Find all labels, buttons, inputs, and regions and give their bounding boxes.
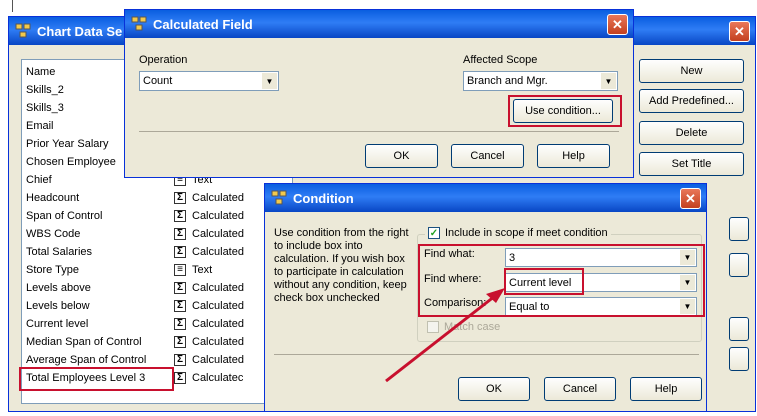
divider	[274, 354, 699, 355]
affected-scope-label: Affected Scope	[463, 54, 538, 66]
field-name: Prior Year Salary	[26, 138, 109, 150]
sigma-icon: Σ	[174, 300, 186, 312]
sigma-icon: Σ	[174, 336, 186, 348]
sigma-icon: Σ	[174, 210, 186, 222]
condition-description: Use condition from the right to include …	[274, 227, 409, 304]
field-type-label: Calculated	[192, 354, 244, 366]
list-item[interactable]: Headcount Σ Calculated	[22, 190, 291, 207]
field-name: Levels above	[26, 282, 91, 294]
sigma-icon: Σ	[174, 228, 186, 240]
highlight-find-where	[504, 268, 584, 295]
help-button[interactable]: Help	[630, 377, 702, 401]
calculated-field-title: Calculated Field	[153, 16, 253, 32]
field-name: Chief	[26, 174, 52, 186]
obscured-button-3[interactable]	[729, 317, 749, 341]
affected-scope-select[interactable]: Branch and Mgr. ▼	[463, 71, 618, 91]
divider	[139, 131, 619, 132]
field-name: Total Salaries	[26, 246, 93, 258]
close-icon[interactable]: ✕	[607, 14, 628, 35]
obscured-button-1[interactable]	[729, 217, 749, 241]
sigma-icon: Σ	[174, 282, 186, 294]
cancel-button[interactable]: Cancel	[451, 144, 524, 168]
list-item[interactable]: Total Salaries Σ Calculated	[22, 244, 291, 261]
new-button[interactable]: New	[639, 59, 744, 83]
field-name: Median Span of Control	[26, 336, 142, 348]
field-type-label: Calculated	[192, 282, 244, 294]
field-type-label: Calculated	[192, 300, 244, 312]
match-case-label: Match case	[444, 321, 501, 333]
field-type-label: Calculated	[192, 318, 244, 330]
field-name: Skills_3	[26, 102, 64, 114]
include-checkbox-row[interactable]: ✓ Include in scope if meet condition	[425, 227, 611, 239]
match-case-checkbox[interactable]	[427, 321, 439, 333]
field-type-label: Calculated	[192, 336, 244, 348]
list-item[interactable]: Current level Σ Calculated	[22, 316, 291, 333]
field-name: Headcount	[26, 192, 80, 204]
sigma-icon: Σ	[174, 372, 186, 384]
condition-title: Condition	[293, 190, 354, 206]
field-type-label: Calculated	[192, 228, 244, 240]
list-item[interactable]: Median Span of Control Σ Calculated	[22, 334, 291, 351]
list-item[interactable]: WBS Code Σ Calculated	[22, 226, 291, 243]
app-icon	[271, 190, 287, 206]
app-icon	[131, 16, 147, 32]
sigma-icon: Σ	[174, 318, 186, 330]
field-type-label: Calculated	[192, 210, 244, 222]
chart-data-settings-title: Chart Data Se	[37, 23, 123, 39]
add-predefined-button[interactable]: Add Predefined...	[639, 89, 744, 113]
calculated-field-titlebar: Calculated Field	[125, 10, 633, 38]
affected-scope-value: Branch and Mgr.	[467, 75, 548, 87]
list-item[interactable]: Levels below Σ Calculated	[22, 298, 291, 315]
field-name: Email	[26, 120, 54, 132]
field-name: Average Span of Control	[26, 354, 147, 366]
field-name: WBS Code	[26, 228, 81, 240]
match-case-row[interactable]: Match case	[427, 321, 500, 333]
ok-button[interactable]: OK	[365, 144, 438, 168]
app-icon	[15, 23, 31, 39]
field-name: Skills_2	[26, 84, 64, 96]
field-type-label: Calculated	[192, 192, 244, 204]
include-label: Include in scope if meet condition	[445, 227, 608, 239]
field-type-label: Calculated	[192, 246, 244, 258]
chevron-down-icon: ▼	[262, 73, 277, 89]
highlight-use-condition	[508, 95, 622, 127]
obscured-button-4[interactable]	[729, 347, 749, 371]
operation-label: Operation	[139, 54, 188, 66]
field-type-label: Calculatec	[192, 372, 244, 384]
column-header-name: Name	[26, 66, 56, 78]
field-name: Span of Control	[26, 210, 103, 222]
close-icon[interactable]: ✕	[680, 188, 701, 209]
chevron-down-icon: ▼	[601, 73, 616, 89]
calculated-field-dialog: Calculated Field ✕ Operation Count ▼ Aff…	[124, 9, 634, 178]
cancel-button[interactable]: Cancel	[544, 377, 616, 401]
close-icon[interactable]: ✕	[729, 21, 750, 42]
include-checkbox[interactable]: ✓	[428, 227, 440, 239]
field-name: Levels below	[26, 300, 90, 312]
highlight-total-employees-row	[19, 367, 174, 391]
help-button[interactable]: Help	[537, 144, 610, 168]
obscured-button-2[interactable]	[729, 253, 749, 277]
operation-value: Count	[143, 75, 173, 87]
field-name: Current level	[26, 318, 89, 330]
text-type-icon: ≡	[174, 264, 186, 276]
operation-select[interactable]: Count ▼	[139, 71, 279, 91]
set-title-button[interactable]: Set Title	[639, 152, 744, 176]
list-item[interactable]: Levels above Σ Calculated	[22, 280, 291, 297]
ok-button[interactable]: OK	[458, 377, 530, 401]
sigma-icon: Σ	[174, 354, 186, 366]
condition-titlebar: Condition	[265, 184, 706, 212]
sigma-icon: Σ	[174, 192, 186, 204]
field-type-label: Text	[192, 264, 213, 276]
delete-button[interactable]: Delete	[639, 121, 744, 145]
list-item[interactable]: Span of Control Σ Calculated	[22, 208, 291, 225]
field-name: Store Type	[26, 264, 79, 276]
list-item[interactable]: Store Type ≡ Text	[22, 262, 291, 279]
sigma-icon: Σ	[174, 246, 186, 258]
field-name: Chosen Employee	[26, 156, 116, 168]
